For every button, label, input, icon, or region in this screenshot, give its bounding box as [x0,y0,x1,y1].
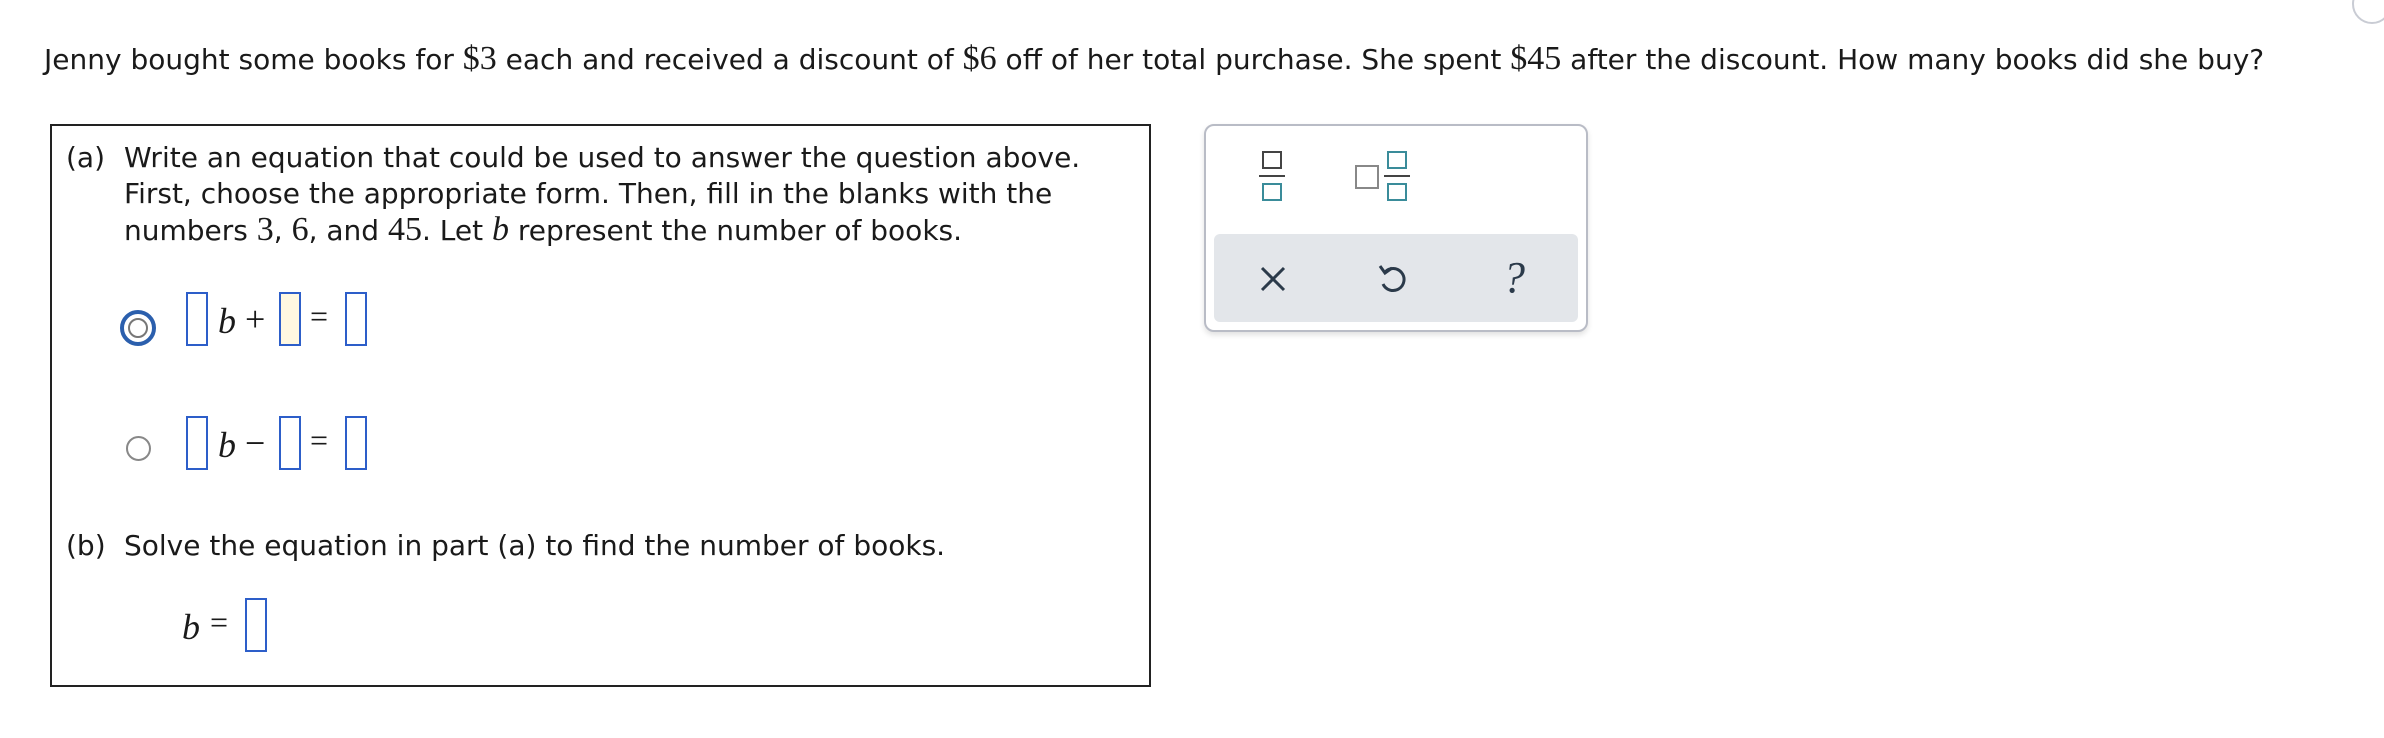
part-a-line-3: numbers 3, 6, and 45. Let b represent th… [124,212,962,249]
question-part: after the discount. How many books did s… [1561,43,2265,76]
variable-b: b [492,211,509,248]
help-symbol: ? [1503,253,1525,302]
option-2-operator: − [245,423,266,463]
part-b-equals: = [210,604,229,640]
action-bar: ? [1214,234,1578,322]
part-a-label: (a) [66,141,106,174]
option-1-variable: b [218,301,236,341]
discount-amount: $6 [962,40,997,77]
option-1-operator: + [245,299,266,339]
help-icon[interactable]: ? [1496,252,1532,304]
part-a-text: , and [308,214,388,247]
clear-icon[interactable] [1256,262,1290,296]
price-amount: $3 [462,40,497,77]
option-2-coefficient-blank[interactable] [186,416,208,470]
question-part: Jenny bought some books for [44,43,463,76]
question-part: each and received a discount of [496,43,963,76]
spent-amount: $45 [1510,40,1562,77]
question-part: off of her total purchase. She spent [996,43,1511,76]
option-1-coefficient-blank[interactable] [186,292,208,346]
option-2-constant-blank[interactable] [279,416,301,470]
option-1-radio[interactable] [120,310,156,346]
question-text: Jenny bought some books for $3 each and … [44,40,2264,78]
number-3: 3 [256,211,274,248]
option-1-constant-blank[interactable] [279,292,301,346]
fraction-icon[interactable] [1254,148,1290,204]
part-a-line-2: First, choose the appropriate form. Then… [124,177,1053,210]
option-2-radio[interactable] [126,436,151,461]
number-45: 45 [387,211,422,248]
option-1-result-blank[interactable] [345,292,367,346]
option-1-equals: = [310,298,329,334]
number-6: 6 [291,211,309,248]
undo-icon[interactable] [1374,260,1412,298]
part-b-label: (b) [66,529,106,562]
math-toolbox: ? [1204,124,1588,332]
mixed-number-icon[interactable] [1352,148,1416,204]
part-b-answer-blank[interactable] [245,598,267,652]
part-a-text: , [273,214,292,247]
corner-circle-button[interactable] [2352,0,2384,24]
part-a-text: numbers [124,214,257,247]
part-b-text: Solve the equation in part (a) to find t… [124,529,946,562]
option-1-radio-dot [128,318,148,338]
part-a-text: . Let [421,214,492,247]
option-2-equals: = [310,422,329,458]
option-2-result-blank[interactable] [345,416,367,470]
part-a-line-1: Write an equation that could be used to … [124,141,1081,174]
option-2-variable: b [218,425,236,465]
part-b-variable: b [182,607,200,647]
part-a-text: represent the number of books. [509,214,963,247]
answer-panel: (a) Write an equation that could be used… [50,124,1151,687]
